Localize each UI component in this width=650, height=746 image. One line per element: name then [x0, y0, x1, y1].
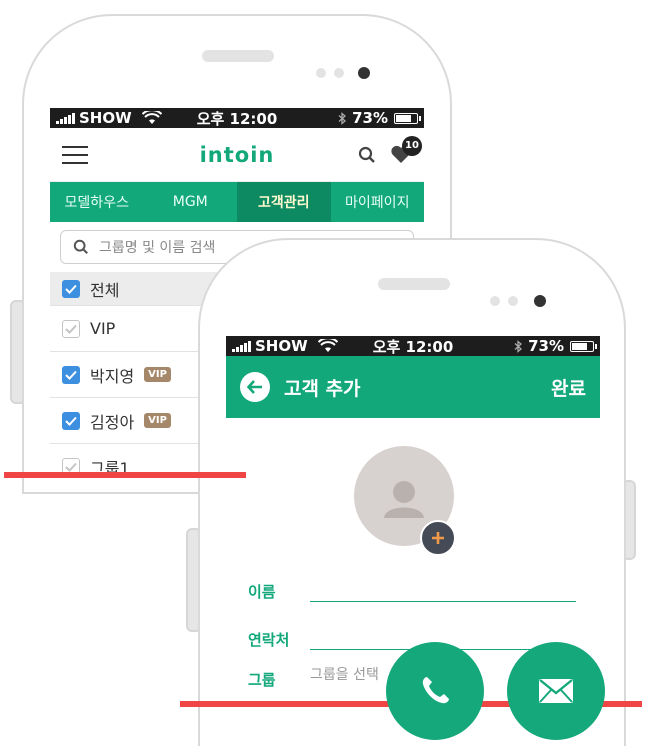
add-photo-button[interactable] [420, 520, 456, 556]
cutoff-line [4, 472, 246, 478]
check-icon[interactable] [62, 319, 80, 338]
status-time: 오후 12:00 [196, 109, 278, 128]
battery-icon [570, 340, 597, 352]
check-icon[interactable] [62, 279, 80, 298]
battery-icon [394, 112, 421, 124]
back-phone-sensor-dot [334, 68, 344, 78]
name-field: 이름 [248, 576, 576, 602]
name-label: 이름 [248, 583, 276, 601]
back-phone-camera [358, 67, 370, 79]
mail-icon [539, 679, 573, 703]
status-bar: SHOW 오후 12:00 73% [50, 108, 424, 128]
check-icon[interactable] [62, 365, 80, 384]
list-item-label: 박지영 [90, 366, 135, 386]
check-icon[interactable] [62, 411, 80, 430]
tab-model-house[interactable]: 모델하우스 [50, 182, 144, 222]
done-button[interactable]: 완료 [551, 374, 586, 401]
contact-label: 연락처 [248, 631, 290, 649]
vip-badge: VIP [144, 367, 171, 382]
phone-icon [422, 677, 449, 704]
back-phone-sensor-dot [316, 68, 326, 78]
search-placeholder: 그룹명 및 이름 검색 [99, 240, 216, 256]
vip-badge: VIP [144, 413, 171, 428]
app-logo: intoin [199, 142, 275, 167]
search-icon [73, 239, 88, 254]
status-bar: SHOW 오후 12:00 73% [226, 336, 600, 356]
list-item-label: 전체 [90, 280, 120, 300]
name-input[interactable] [310, 576, 576, 602]
back-phone-speaker [202, 50, 274, 62]
plus-icon [432, 532, 444, 544]
tab-my-page[interactable]: 마이페이지 [331, 182, 425, 222]
front-phone-sensor-dot [490, 296, 500, 306]
group-label: 그룹 [248, 671, 276, 689]
back-button[interactable] [240, 372, 270, 402]
back-arrow-icon [247, 380, 262, 394]
status-time: 오후 12:00 [372, 337, 454, 356]
list-item-label: 김정아 [90, 412, 135, 432]
message-button[interactable] [507, 642, 605, 740]
tab-mgm[interactable]: MGM [144, 182, 238, 222]
page-title: 고객 추가 [284, 377, 361, 400]
tab-customer-management[interactable]: 고객관리 [237, 182, 331, 222]
notification-badge: 10 [402, 135, 422, 156]
front-phone-speaker [378, 278, 450, 290]
call-button[interactable] [386, 642, 484, 740]
main-tabs: 모델하우스 MGM 고객관리 마이페이지 [50, 182, 424, 222]
front-phone-camera [534, 295, 546, 307]
list-item-label: VIP [90, 319, 116, 338]
contact-field: 연락처 [248, 624, 576, 650]
top-app-bar: intoin 10 [50, 128, 424, 182]
add-customer-app-bar: 고객 추가 완료 [226, 356, 600, 418]
front-phone-sensor-dot [508, 296, 518, 306]
favorites-button[interactable]: 10 [390, 135, 422, 166]
